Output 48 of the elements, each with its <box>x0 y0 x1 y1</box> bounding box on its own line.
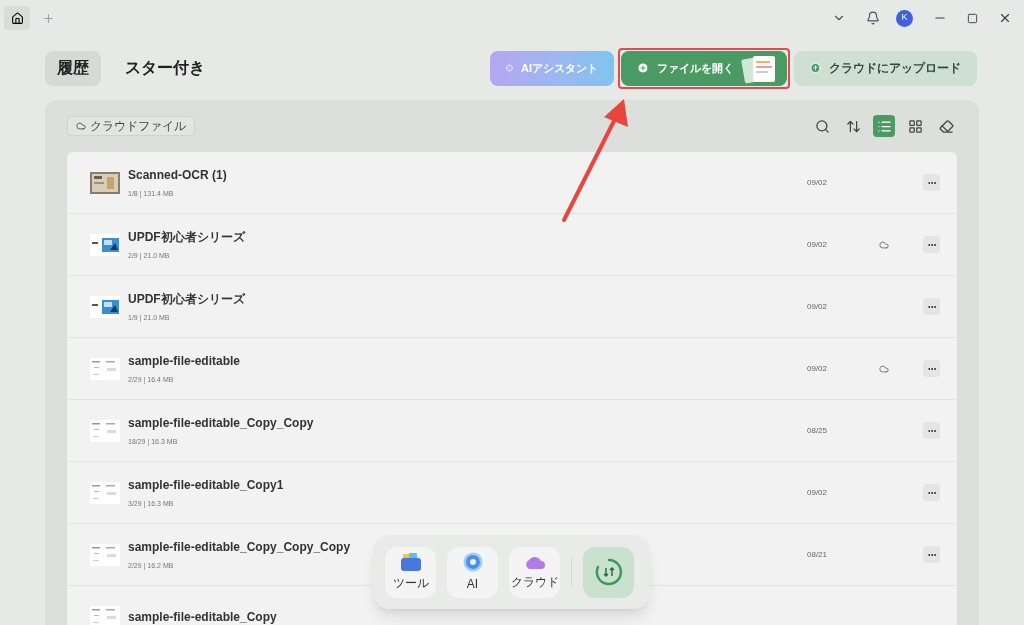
more-button[interactable] <box>923 546 940 563</box>
file-date: 09/02 <box>807 362 829 375</box>
bell-icon[interactable] <box>866 11 880 25</box>
list-icon <box>876 118 892 134</box>
cloud-upload-button[interactable]: クラウドにアップロード <box>794 50 977 86</box>
more-button[interactable] <box>923 174 940 191</box>
more-button[interactable] <box>923 484 940 501</box>
file-name: sample-file-editable_Copy1 <box>128 476 284 494</box>
file-name: Scanned-OCR (1) <box>128 166 227 184</box>
file-name: sample-file-editable_Copy_Copy <box>128 414 314 432</box>
more-button[interactable] <box>923 360 940 377</box>
more-button[interactable] <box>923 298 940 315</box>
folder-icon <box>400 552 421 571</box>
history-button[interactable] <box>583 546 634 598</box>
avatar[interactable]: K <box>896 9 913 27</box>
search-icon <box>814 118 830 134</box>
clean-icon <box>938 118 954 134</box>
home-tab[interactable] <box>4 6 30 30</box>
tab[interactable]: 履歴 <box>45 50 101 86</box>
tab[interactable]: スター付き <box>113 50 217 86</box>
more-button[interactable] <box>923 236 940 253</box>
more-button[interactable] <box>923 422 940 439</box>
file-date: 08/25 <box>807 424 829 437</box>
cloud-icon <box>76 121 86 131</box>
file-date: 09/02 <box>807 238 829 251</box>
file-date: 09/02 <box>807 176 829 189</box>
close-icon[interactable] <box>998 11 1012 25</box>
file-date: 09/02 <box>807 300 829 313</box>
grid-icon <box>907 118 923 134</box>
dock-button[interactable]: クラウド <box>509 546 560 598</box>
file-name: UPDF初心者シリーズ <box>128 290 245 308</box>
list-view-button[interactable] <box>873 115 895 137</box>
plus-icon <box>637 62 649 74</box>
sort-icon <box>845 118 861 134</box>
dock-button[interactable]: AI <box>447 546 498 598</box>
file-date: 09/02 <box>807 486 829 499</box>
file-name: sample-file-editable_Copy_Copy_Copy <box>128 538 351 556</box>
ai-orb-icon <box>462 551 483 572</box>
refresh-icon <box>593 557 624 587</box>
file-date: 08/21 <box>807 548 829 561</box>
maximize-icon[interactable] <box>967 12 978 24</box>
file-name: sample-file-editable <box>128 352 241 370</box>
upload-icon <box>810 62 821 74</box>
dock-button[interactable]: ツール <box>385 546 436 598</box>
home-icon <box>10 11 24 25</box>
file-name: sample-file-editable_Copy <box>128 608 277 625</box>
file-name: UPDF初心者シリーズ <box>128 228 245 246</box>
cloud-files-chip[interactable]: クラウドファイル <box>67 116 195 136</box>
